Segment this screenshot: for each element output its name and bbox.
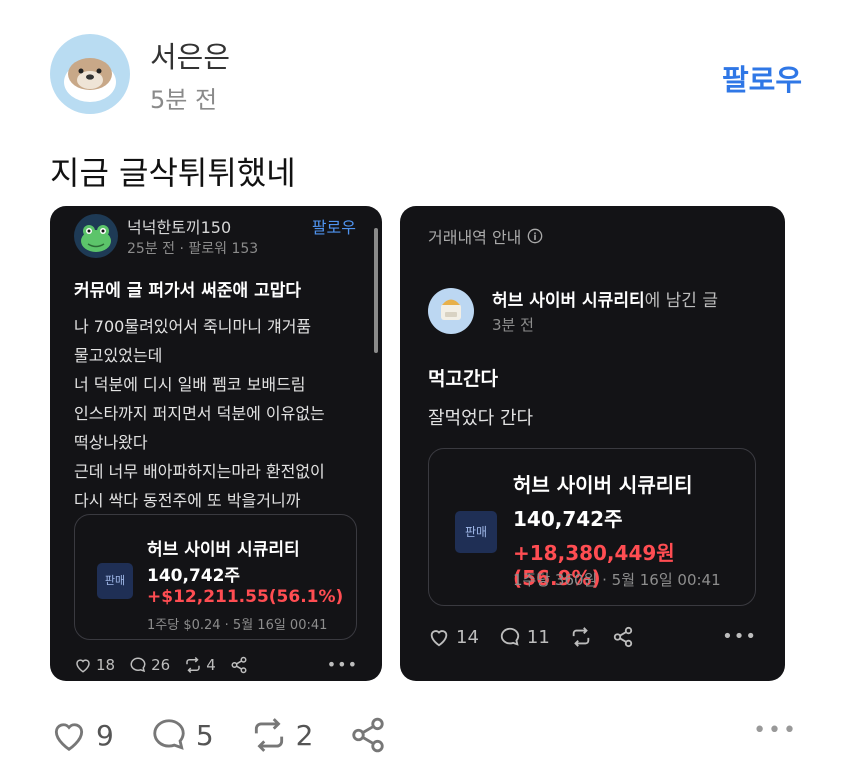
stock-detail: 1주당 360원 · 5월 16일 00:41: [513, 571, 721, 589]
repost-count: 4: [206, 656, 216, 674]
more-icon[interactable]: •••: [753, 718, 798, 743]
card-actions: 14 11: [428, 626, 654, 648]
repost-button[interactable]: [570, 626, 592, 648]
comment-button[interactable]: 26: [129, 656, 170, 674]
body-line: 떡상나왔다: [74, 433, 148, 452]
like-count: 9: [96, 718, 114, 752]
comment-icon: [500, 627, 520, 646]
stock-detail: 1주당 $0.24 · 5월 16일 00:41: [147, 618, 328, 633]
stock-profit: +$12,211.55(56.1%): [147, 587, 344, 607]
share-button[interactable]: [612, 626, 634, 648]
like-count: 18: [96, 656, 116, 674]
body-line: 너 덕분에 디시 일배 펨코 보배드림: [74, 375, 306, 394]
body-line: 물고있었는데: [74, 346, 163, 365]
share-icon: [352, 717, 385, 753]
comment-icon: [130, 657, 146, 673]
share-button[interactable]: [349, 716, 387, 754]
stock-quantity: 140,742주: [513, 507, 623, 531]
body-line: 나 700물려있어서 죽니마니 걔거품: [74, 317, 312, 336]
post-text: 지금 글삭튀튀했네: [50, 154, 296, 192]
comment-count: 26: [151, 656, 171, 674]
screenshot-card-left: 넉넉한토끼150 25분 전 · 팔로워 153 팔로우 커뮤에 글 퍼가서 써…: [50, 206, 382, 681]
trade-notice-label: 거래내역 안내: [428, 228, 522, 247]
frog-avatar[interactable]: [74, 214, 118, 258]
stock-quantity: 140,742주: [147, 566, 241, 586]
stock-post-title: 먹고간다: [428, 368, 498, 390]
comment-button[interactable]: 11: [499, 626, 550, 648]
stock-name-link[interactable]: 허브 사이버 시큐리티: [492, 291, 645, 311]
like-button[interactable]: 14: [428, 626, 479, 648]
card-author-name[interactable]: 넉넉한토끼150: [127, 214, 231, 238]
post-actions: 9 5 2: [50, 716, 423, 754]
heart-icon: [76, 659, 90, 673]
trade-notice-header: 거래내역 안내: [428, 224, 543, 248]
stock-name: 허브 사이버 시큐리티: [513, 473, 693, 497]
repost-count: 2: [295, 718, 314, 752]
card-actions: 18 26 4: [74, 656, 262, 674]
repost-icon: [572, 627, 590, 647]
stock-name: 허브 사이버 시큐리티: [147, 540, 300, 560]
author-name[interactable]: 서은은: [150, 34, 230, 76]
more-icon[interactable]: •••: [327, 655, 358, 674]
card-title: 커뮤에 글 퍼가서 써준애 고맙다: [74, 281, 301, 301]
author-suffix: 에 남긴 글: [644, 291, 718, 311]
heart-icon: [54, 723, 84, 751]
heart-icon: [430, 630, 448, 647]
stock-post-time: 3분 전: [492, 316, 534, 334]
repost-icon: [254, 718, 283, 752]
repost-button[interactable]: 4: [184, 656, 216, 674]
repost-icon: [186, 656, 200, 674]
share-button[interactable]: [230, 656, 248, 674]
share-icon: [231, 656, 247, 674]
comment-icon: [153, 719, 185, 750]
stock-post-author[interactable]: 허브 사이버 시큐리티에 남긴 글: [492, 286, 718, 311]
repost-button[interactable]: 2: [250, 716, 314, 754]
body-line: 다시 싹다 동전주에 또 박을거니까: [74, 491, 301, 510]
sell-badge: 판매: [455, 511, 497, 553]
comment-count: 5: [195, 718, 214, 752]
share-icon: [613, 626, 632, 648]
sell-badge: 판매: [97, 563, 133, 599]
body-line: 근데 너무 배아파하지는마라 환전없이: [74, 462, 325, 481]
post-time: 5분 전: [150, 86, 218, 114]
author-avatar[interactable]: [50, 34, 130, 114]
info-icon[interactable]: [527, 228, 543, 244]
stock-post-body: 잘먹었다 간다: [428, 408, 534, 429]
scrollbar[interactable]: [374, 228, 378, 353]
like-count: 14: [456, 626, 479, 648]
like-button[interactable]: 18: [74, 656, 115, 674]
trade-card[interactable]: 판매 허브 사이버 시큐리티 140,742주 +18,380,449원(56.…: [428, 448, 756, 606]
follow-button[interactable]: 팔로우: [722, 57, 802, 99]
card-author-meta: 25분 전 · 팔로워 153: [127, 241, 259, 257]
trade-card[interactable]: 판매 허브 사이버 시큐리티 140,742주 +$12,211.55(56.1…: [74, 514, 357, 640]
comment-button[interactable]: 5: [150, 716, 214, 754]
body-line: 인스타까지 퍼지면서 덕분에 이유없는: [74, 404, 325, 423]
card-body: 나 700물려있어서 죽니마니 걔거품 물고있었는데 너 덕분에 디시 일배 펨…: [74, 312, 374, 515]
card-follow-button[interactable]: 팔로우: [312, 214, 356, 238]
screenshot-card-right: 거래내역 안내 허브 사이버 시큐리티에 남긴 글 3분 전 먹고간다 잘먹었다…: [400, 206, 785, 681]
comment-count: 11: [526, 626, 550, 648]
more-icon[interactable]: •••: [722, 626, 757, 647]
stock-avatar[interactable]: [428, 288, 474, 334]
like-button[interactable]: 9: [50, 716, 114, 754]
